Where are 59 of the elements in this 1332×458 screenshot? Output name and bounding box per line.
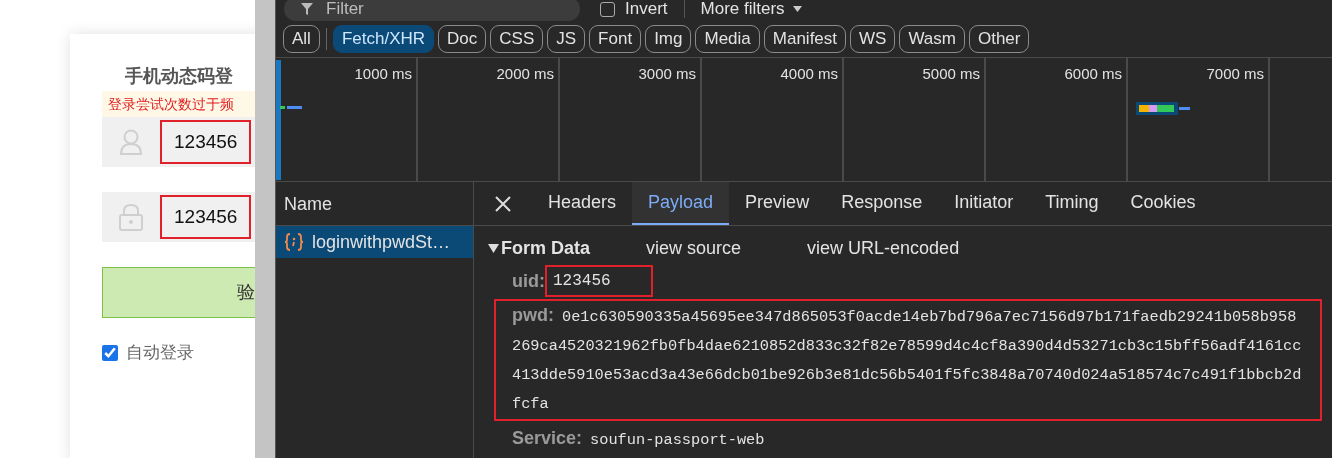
detail-tab[interactable]: Payload — [632, 182, 730, 225]
login-title: 手机动态码登 — [125, 65, 234, 88]
auto-login-label: 自动登录 — [126, 342, 194, 364]
request-name: loginwithpwdSt… — [312, 230, 451, 254]
error-message: 登录尝试次数过于频 — [102, 91, 255, 117]
submit-button[interactable]: 验 — [102, 267, 255, 318]
type-filter-chip[interactable]: All — [283, 24, 320, 53]
lock-icon — [118, 203, 144, 231]
username-field[interactable]: 123456 — [102, 117, 255, 167]
view-url-encoded-link[interactable]: view URL-encoded — [807, 234, 960, 262]
request-row[interactable]: loginwithpwdSt… — [276, 226, 473, 258]
close-icon — [495, 195, 511, 212]
type-filter-chip[interactable]: Font — [589, 24, 642, 53]
timeline-tick-label: 2000 ms — [496, 65, 554, 83]
form-data-section-toggle[interactable]: Form Data — [488, 234, 590, 262]
timeline-tick-label: 3000 ms — [638, 65, 696, 83]
form-field-value: 123456 — [553, 271, 611, 292]
expanded-triangle-icon — [488, 243, 499, 253]
type-filter-chip[interactable]: CSS — [490, 24, 544, 53]
timeline-tick-label: 7000 ms — [1206, 65, 1264, 83]
timeline-tick-label: 5000 ms — [922, 65, 980, 83]
type-filter-chip[interactable]: JS — [547, 24, 586, 53]
user-icon — [119, 128, 143, 156]
type-filter-chip[interactable]: Fetch/XHR — [332, 24, 435, 53]
request-bar-icon — [280, 106, 302, 109]
more-filters-dropdown[interactable]: More filters — [700, 0, 802, 19]
type-filter-chip[interactable]: WS — [850, 24, 896, 53]
field-value: 123456 — [160, 120, 252, 164]
type-filter-chip[interactable]: Img — [645, 24, 692, 53]
form-field: Service: soufun-passport-web — [512, 424, 1304, 455]
field-value: 123456 — [160, 195, 252, 239]
braces-icon — [284, 233, 304, 251]
detail-tab[interactable]: Cookies — [1114, 182, 1212, 225]
detail-tab[interactable]: Headers — [532, 182, 633, 225]
detail-tab[interactable]: Preview — [729, 182, 826, 225]
detail-tab[interactable]: Response — [825, 182, 939, 225]
panel-splitter[interactable] — [255, 0, 276, 458]
type-filter-chip[interactable]: Doc — [438, 24, 487, 53]
filter-input[interactable]: Filter — [326, 0, 526, 20]
type-filter-chip[interactable]: Other — [968, 24, 1030, 53]
invert-checkbox[interactable] — [600, 1, 615, 17]
type-filter-chip[interactable]: Manifest — [763, 24, 847, 53]
timeline-tick-label: 4000 ms — [780, 65, 838, 83]
timeline-tick-label: 1000 ms — [354, 65, 412, 83]
form-field-key: uid: — [512, 267, 545, 295]
request-waterfall-bar-icon — [1136, 102, 1190, 115]
filter-field[interactable]: Filter — [284, 0, 580, 21]
type-filter-chip[interactable]: Media — [695, 24, 760, 53]
detail-tab[interactable]: Timing — [1029, 182, 1115, 225]
caret-icon — [792, 6, 802, 12]
filter-icon — [300, 2, 314, 16]
auto-login-checkbox[interactable] — [102, 344, 118, 361]
password-field[interactable]: 123456 — [102, 192, 255, 242]
timeline-tick-label: 6000 ms — [1064, 65, 1122, 83]
timeline-selection-handle-icon — [276, 60, 281, 180]
type-filter-chip[interactable]: Wasm — [899, 24, 965, 53]
view-source-link[interactable]: view source — [646, 234, 742, 262]
invert-label: Invert — [625, 0, 668, 19]
detail-tab[interactable]: Initiator — [938, 182, 1030, 225]
